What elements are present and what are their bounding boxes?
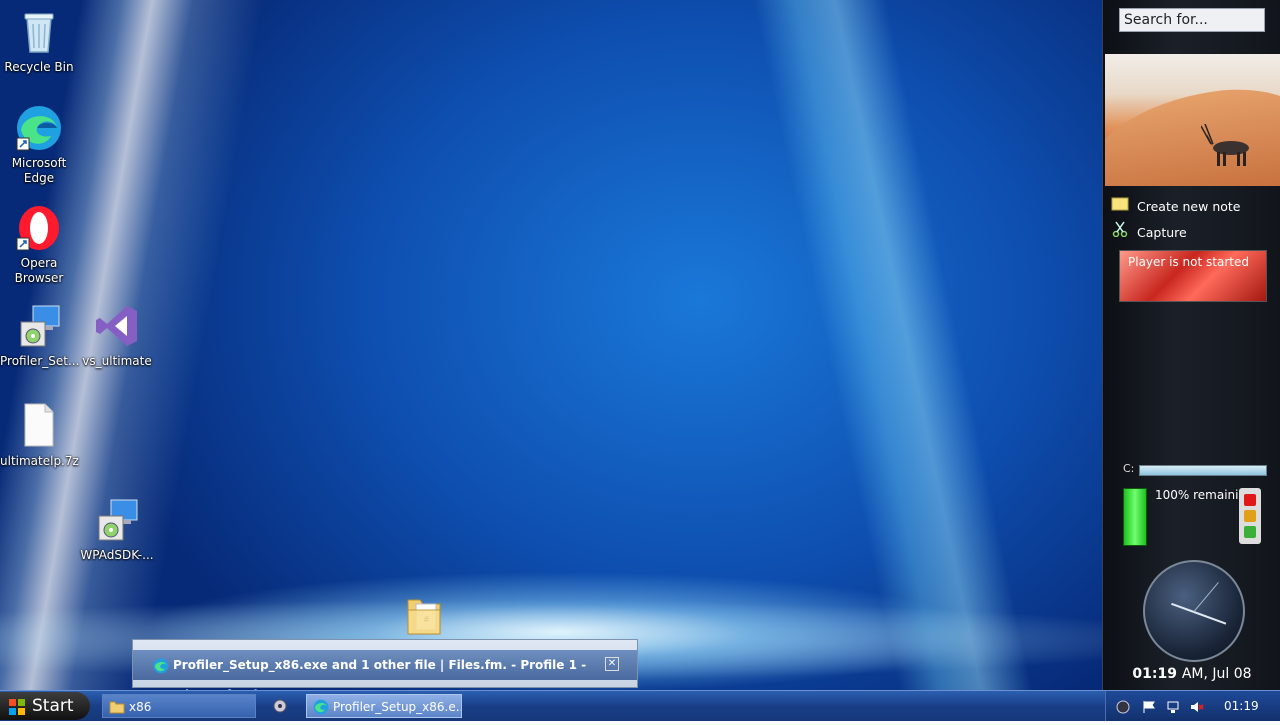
- icon-label: ultimatelp.7z: [0, 454, 79, 468]
- clock-date: AM, Jul 08: [1181, 666, 1252, 682]
- ultimatelp-file[interactable]: ultimatelp.7z: [0, 402, 79, 469]
- clock-time: 01:19: [1132, 666, 1177, 682]
- icon-label: WPAdSDK-...: [80, 548, 154, 562]
- installer-icon: [93, 496, 141, 544]
- drive-meter: C:: [1123, 462, 1273, 476]
- capture-button[interactable]: Capture: [1111, 221, 1277, 243]
- tray-clock[interactable]: 01:19: [1224, 691, 1259, 721]
- opera-browser-shortcut[interactable]: Opera Browser: [0, 204, 78, 286]
- edge-icon: [15, 104, 63, 152]
- icon-label: Profiler_Set...: [0, 354, 80, 368]
- taskbar-preview-popup[interactable]: Profiler_Setup_x86.exe and 1 other file …: [132, 639, 638, 702]
- system-tray: 01:19: [1105, 691, 1280, 721]
- oryx-image: [1201, 124, 1249, 166]
- flag-icon[interactable]: [1142, 699, 1156, 713]
- edge-icon: [313, 699, 329, 715]
- battery-gadget: 100% remaining: [1121, 486, 1279, 548]
- recycle-bin-icon: [15, 8, 63, 56]
- traffic-light-icon: [1239, 488, 1261, 544]
- network-icon[interactable]: [1166, 699, 1180, 713]
- file-icon: [15, 402, 63, 450]
- create-note-label: Create new note: [1137, 199, 1241, 214]
- taskbar-item-x86[interactable]: x86: [102, 694, 256, 718]
- start-label: Start: [32, 696, 74, 716]
- microsoft-edge-shortcut[interactable]: Microsoft Edge: [0, 104, 78, 186]
- capture-label: Capture: [1137, 225, 1187, 240]
- windows-sidebar: Search for... Create new note Capture Pl…: [1102, 0, 1280, 690]
- taskbar: Start x86 Profiler_Setup_x86.e... 01:19: [0, 690, 1280, 721]
- installer-icon: [15, 302, 63, 350]
- folder-icon: [109, 699, 125, 715]
- taskbar-item-edge[interactable]: Profiler_Setup_x86.e...: [306, 694, 462, 718]
- start-button[interactable]: Start: [0, 692, 90, 720]
- recycle-bin-shortcut[interactable]: Recycle Bin: [0, 8, 78, 75]
- drive-label: C:: [1123, 462, 1135, 475]
- windows-logo-icon: [8, 697, 26, 715]
- dragged-folder-icon[interactable]: #: [406, 594, 444, 636]
- create-new-note-button[interactable]: Create new note: [1111, 196, 1277, 218]
- player-status: Player is not started: [1128, 255, 1249, 269]
- note-icon: [1111, 196, 1129, 218]
- sidebar-search-input[interactable]: Search for...: [1119, 8, 1265, 32]
- gadget-icon[interactable]: [1116, 699, 1130, 714]
- battery-icon: [1123, 488, 1147, 546]
- icon-label: Microsoft Edge: [11, 156, 67, 185]
- volume-muted-icon[interactable]: [1190, 699, 1204, 713]
- popup-title: Profiler_Setup_x86.exe and 1 other file …: [133, 650, 637, 702]
- quick-launch-icon[interactable]: [272, 698, 288, 714]
- media-player-gadget[interactable]: Player is not started: [1119, 250, 1267, 302]
- task-label: Profiler_Setup_x86.e...: [333, 700, 462, 714]
- desktop-background: Recycle Bin Microsoft Edge Opera Browser: [0, 0, 1280, 690]
- profiler-setup-shortcut[interactable]: Profiler_Set...: [0, 302, 80, 369]
- popup-close-button[interactable]: ✕: [605, 657, 619, 671]
- vs-ultimate-shortcut[interactable]: vs_ultimate: [78, 302, 156, 369]
- clock-digital-readout: 01:19 AM, Jul 08: [1103, 666, 1280, 682]
- drive-usage-bar: [1139, 465, 1267, 476]
- edge-icon: [153, 658, 169, 678]
- task-label: x86: [129, 700, 152, 714]
- wpadsdk-shortcut[interactable]: WPAdSDK-...: [78, 496, 156, 563]
- icon-label: Recycle Bin: [4, 60, 74, 74]
- opera-icon: [15, 204, 63, 252]
- icon-label: Opera Browser: [14, 256, 64, 285]
- icon-label: vs_ultimate: [82, 354, 152, 368]
- analog-clock-icon[interactable]: [1143, 560, 1245, 662]
- scissors-icon: [1111, 221, 1129, 244]
- slideshow-gadget[interactable]: [1105, 54, 1280, 186]
- visual-studio-icon: [93, 302, 141, 350]
